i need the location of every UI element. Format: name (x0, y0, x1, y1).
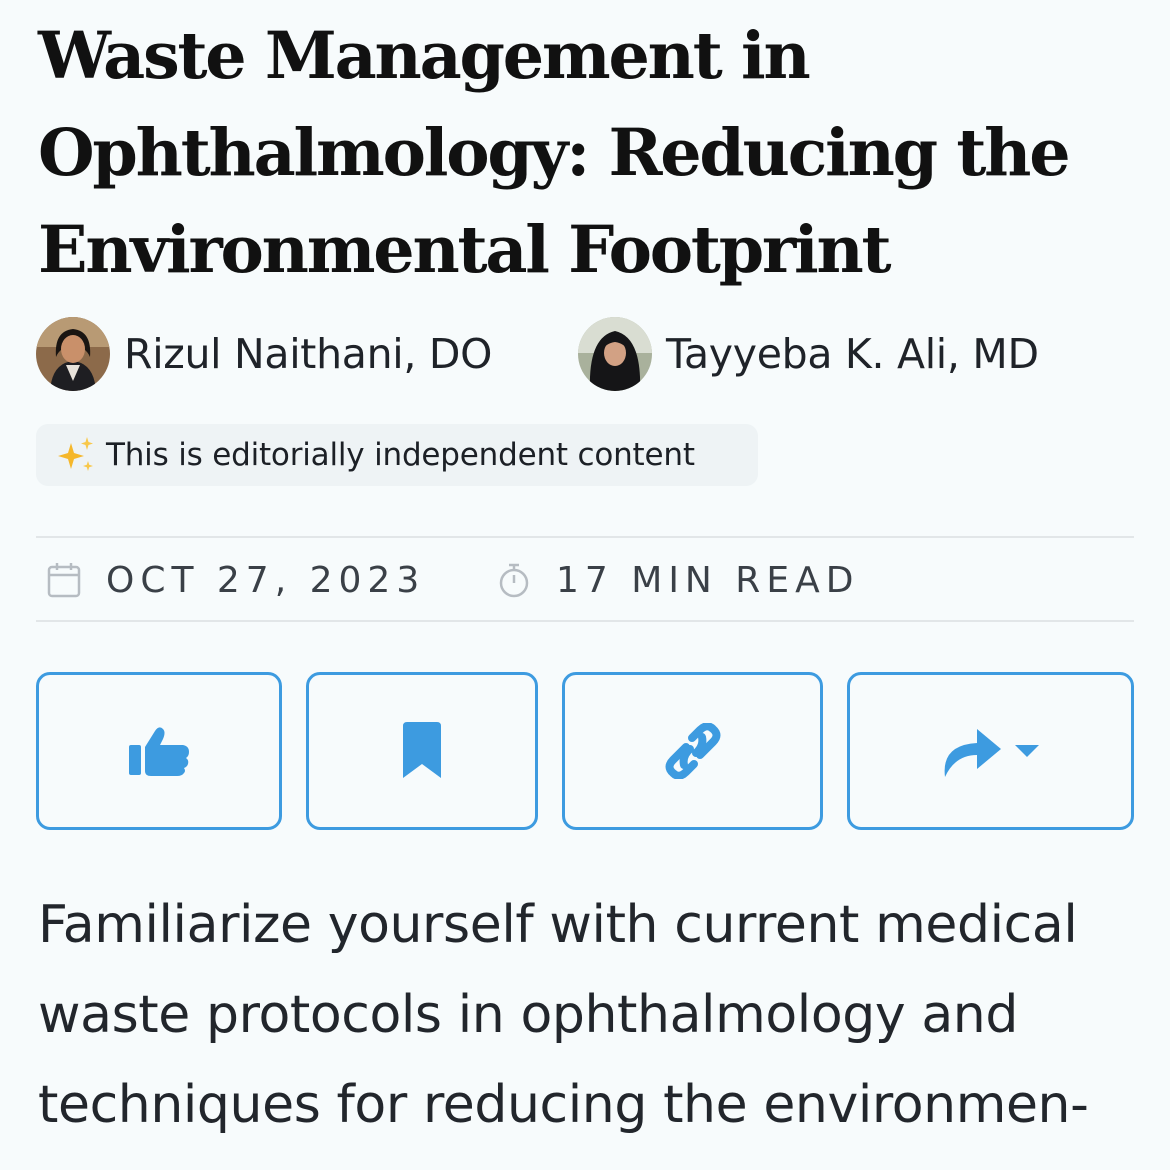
bookmark-button[interactable] (306, 672, 538, 830)
intro-line: Familiarize yourself with current medica… (38, 895, 1078, 955)
avatar[interactable] (578, 317, 652, 391)
bookmark-icon (403, 722, 441, 778)
divider (36, 620, 1134, 622)
read-time-text: 17 MIN READ (556, 559, 860, 601)
author-name[interactable]: Tayyeba K. Ali, MD (666, 330, 1039, 378)
intro-line: waste protocols in ophthalmology and (38, 985, 1018, 1045)
editorial-badge: This is editorially independent content (36, 424, 758, 486)
calendar-icon (47, 563, 81, 598)
article-intro: Familiarize yourself with current medica… (38, 880, 1148, 1150)
like-button[interactable] (36, 672, 282, 830)
link-icon (665, 723, 720, 779)
badge-text: This is editorially independent content (106, 437, 695, 473)
stopwatch-icon (499, 563, 529, 598)
article-title: Waste Management in Ophthalmology: Reduc… (38, 8, 1148, 299)
date-text: OCT 27, 2023 (106, 559, 426, 601)
read-time: 17 MIN READ (496, 553, 859, 607)
divider (36, 536, 1134, 538)
title-line: Environmental Footprint (38, 212, 892, 288)
sparkles-icon (58, 437, 93, 471)
title-line: Waste Management in (38, 18, 811, 94)
author-name[interactable]: Rizul Naithani, DO (124, 330, 492, 378)
title-line: Ophthalmology: Reducing the (38, 115, 1071, 191)
share-icon (944, 729, 1039, 777)
chevron-down-icon (1014, 745, 1039, 757)
avatar[interactable] (36, 317, 110, 391)
share-button[interactable] (847, 672, 1134, 830)
publish-date: OCT 27, 2023 (46, 553, 425, 607)
thumbs-up-icon (129, 727, 189, 776)
intro-line: techniques for reducing the environmen- (38, 1075, 1089, 1135)
author-rizul-naithani[interactable]: Rizul Naithani, DO (36, 316, 492, 392)
copy-link-button[interactable] (562, 672, 823, 830)
author-tayyeba-ali[interactable]: Tayyeba K. Ali, MD (578, 316, 1039, 392)
author-list: Rizul Naithani, DO Tayyeba K. Ali, MD (36, 316, 1136, 392)
